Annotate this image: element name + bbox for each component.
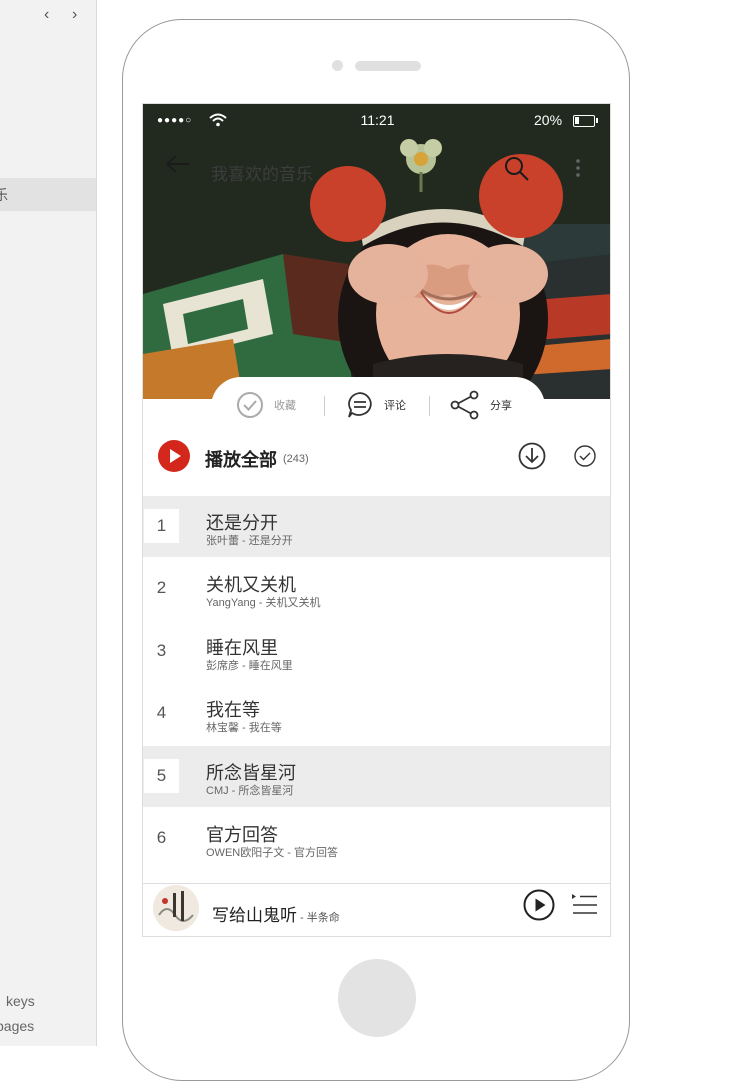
song-artist: CMJ - 所念皆星河 [206, 785, 294, 797]
download-icon[interactable] [518, 442, 546, 470]
mini-player[interactable]: 写给山鬼听 - 半条命 [143, 883, 610, 936]
status-bar: ●●●●○ 11:21 20% [143, 104, 610, 136]
play-icon[interactable] [523, 889, 555, 921]
battery-icon [573, 115, 598, 127]
home-button[interactable] [338, 959, 416, 1037]
comment-label: 评论 [384, 400, 406, 412]
play-all-label[interactable]: 播放全部 [205, 446, 277, 472]
song-artist: 彭席彦 - 睡在风里 [206, 660, 293, 672]
album-cover-art [153, 885, 199, 931]
track-number: 6 [156, 828, 167, 847]
track-number: 2 [156, 578, 167, 597]
album-cover[interactable] [153, 885, 199, 931]
comment-button[interactable]: 评论 [346, 390, 406, 420]
earpiece-speaker [355, 61, 421, 71]
sidebar-selected-item[interactable]: 乐 [0, 178, 96, 211]
multi-select-icon[interactable] [574, 445, 596, 467]
play-all-bar: 播放全部 (243) [143, 434, 610, 484]
share-button[interactable]: 分享 [450, 390, 512, 420]
back-arrow-icon[interactable] [165, 154, 191, 174]
list-item[interactable]: 6 官方回答 OWEN欧阳子文 - 官方回答 [143, 808, 610, 869]
track-number: 1 [156, 516, 167, 535]
battery-percent: 20% [534, 112, 563, 128]
editor-sidebar: ‹ › 乐 keys pages [0, 0, 97, 1046]
track-number: 3 [156, 641, 167, 660]
phone-screen: ●●●●○ 11:21 20% 我喜欢的音乐 收藏 评论 分享 播放全部 (24… [142, 103, 611, 937]
divider [324, 396, 325, 416]
playlist-icon[interactable] [572, 892, 598, 918]
now-playing-title: 写给山鬼听 - 半条命 [212, 901, 340, 926]
page-title: 我喜欢的音乐 [211, 165, 313, 184]
play-all-button[interactable] [158, 440, 190, 472]
list-item[interactable]: 5 所念皆星河 CMJ - 所念皆星河 [143, 746, 610, 807]
sidebar-item-pages[interactable]: pages [0, 1018, 34, 1034]
now-playing-artist: - 半条命 [297, 912, 340, 924]
song-artist: 张叶蕾 - 还是分开 [206, 535, 293, 547]
battery-fill [575, 117, 579, 124]
song-artist: OWEN欧阳子文 - 官方回答 [206, 847, 338, 859]
song-artist: 林宝馨 - 我在等 [206, 722, 282, 734]
more-vertical-icon[interactable] [575, 158, 581, 178]
search-icon[interactable] [504, 156, 530, 182]
track-number: 4 [156, 703, 167, 722]
sidebar-item-keys[interactable]: keys [6, 993, 35, 1009]
share-label: 分享 [490, 400, 512, 412]
now-playing-song: 写给山鬼听 [212, 906, 297, 925]
collect-label: 收藏 [274, 400, 296, 412]
collect-button[interactable]: 收藏 [236, 390, 296, 420]
front-camera [332, 60, 343, 71]
track-number: 5 [156, 766, 167, 785]
song-artist: YangYang - 关机又关机 [206, 597, 321, 609]
back-nav-icon[interactable]: ‹ [44, 6, 49, 24]
list-item[interactable]: 2 关机又关机 YangYang - 关机又关机 [143, 558, 610, 619]
list-item[interactable]: 4 我在等 林宝馨 - 我在等 [143, 683, 610, 744]
song-count: (243) [283, 453, 309, 465]
share-icon [450, 390, 479, 420]
divider [429, 396, 430, 416]
forward-nav-icon[interactable]: › [72, 6, 77, 24]
checkmark-circle-icon [237, 392, 263, 418]
cover-photo-illustration [143, 104, 610, 399]
sidebar-selected-label: 乐 [0, 187, 8, 203]
comment-icon [348, 392, 372, 418]
playlist-cover-image: ●●●●○ 11:21 20% 我喜欢的音乐 [143, 104, 610, 399]
action-bar: 收藏 评论 分享 [211, 377, 545, 437]
list-item[interactable]: 1 还是分开 张叶蕾 - 还是分开 [143, 496, 610, 557]
list-item[interactable]: 3 睡在风里 彭席彦 - 睡在风里 [143, 621, 610, 682]
